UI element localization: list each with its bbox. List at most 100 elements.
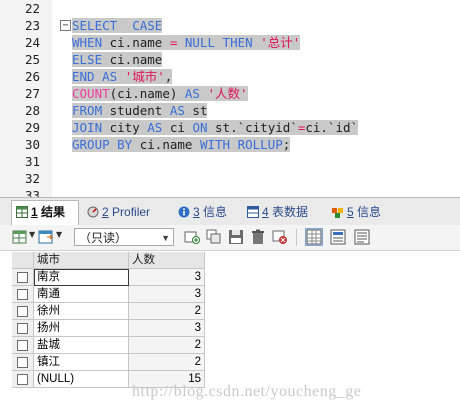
table-row[interactable]: 徐州 2 xyxy=(12,303,205,320)
row-checkbox[interactable] xyxy=(17,306,28,317)
cell-city[interactable]: 盐城 xyxy=(34,337,129,354)
code-token: ci.name xyxy=(132,137,200,152)
code-token: AS xyxy=(169,103,185,118)
code-text: END AS '城市', xyxy=(72,68,173,85)
row-selector[interactable] xyxy=(12,320,34,337)
code-line[interactable]: 22 xyxy=(0,0,460,17)
code-text: ELSE ci.name xyxy=(72,51,163,68)
cell-count[interactable]: 2 xyxy=(129,303,205,320)
table-icon xyxy=(16,206,28,218)
row-checkbox[interactable] xyxy=(17,323,28,334)
line-number: 26 xyxy=(24,69,40,84)
code-token: COUNT xyxy=(72,86,110,101)
tab-number: 3 xyxy=(193,205,200,219)
column-header-count[interactable]: 人数 xyxy=(129,252,205,269)
cell-city[interactable]: 徐州 xyxy=(34,303,129,320)
code-token: NULL xyxy=(184,35,216,50)
tab-info[interactable]: 3 信息 xyxy=(174,201,238,223)
cell-city[interactable]: 南通 xyxy=(34,286,129,303)
code-line[interactable]: 31 xyxy=(0,153,460,170)
cell-city[interactable]: 扬州 xyxy=(34,320,129,337)
tab-profiler[interactable]: 2 Profiler xyxy=(83,201,169,223)
row-selector[interactable] xyxy=(12,354,34,371)
code-token: AS xyxy=(184,86,200,101)
add-row-icon[interactable] xyxy=(184,229,200,245)
code-line[interactable]: 32 xyxy=(0,170,460,187)
code-text: WHEN ci.name = NULL THEN '总计' xyxy=(72,34,301,51)
code-token xyxy=(117,18,133,33)
row-selector[interactable] xyxy=(12,371,34,388)
code-token xyxy=(94,69,103,84)
tab-label: Profiler xyxy=(108,205,151,219)
cell-count[interactable]: 3 xyxy=(129,286,205,303)
tab-label: 信息 xyxy=(353,205,382,219)
save-icon[interactable] xyxy=(228,229,244,245)
cell-count[interactable]: 2 xyxy=(129,337,205,354)
import-grid-icon[interactable] xyxy=(38,229,54,245)
row-checkbox[interactable] xyxy=(17,272,28,283)
code-line[interactable]: 29 JOIN city AS ci ON st.`cityid`=ci.`id` xyxy=(0,119,460,136)
column-header-city[interactable]: 城市 xyxy=(34,252,129,269)
code-token: '人数' xyxy=(207,86,248,101)
table-row[interactable]: 南京 3 xyxy=(12,269,205,286)
tab-label: 信息 xyxy=(199,205,228,219)
cell-city[interactable]: (NULL) xyxy=(34,371,129,388)
table-row[interactable]: 镇江 2 xyxy=(12,354,205,371)
row-checkbox[interactable] xyxy=(17,340,28,351)
cell-count[interactable]: 2 xyxy=(129,354,205,371)
code-token: ci.name xyxy=(102,52,163,67)
table-row[interactable]: 盐城 2 xyxy=(12,337,205,354)
form-view-icon[interactable] xyxy=(330,229,346,245)
tab-results[interactable]: 1 结果 xyxy=(11,200,79,225)
code-token: (ci.name) xyxy=(109,86,185,101)
table-row[interactable]: 扬州 3 xyxy=(12,320,205,337)
cell-count[interactable]: 3 xyxy=(129,269,205,286)
row-checkbox[interactable] xyxy=(17,289,28,300)
toolbar-divider xyxy=(296,229,297,246)
cell-city[interactable]: 南京 xyxy=(34,269,129,286)
row-selector[interactable] xyxy=(12,337,34,354)
cancel-changes-icon[interactable] xyxy=(272,229,288,245)
fold-toggle-icon[interactable]: − xyxy=(60,20,71,31)
duplicate-row-icon[interactable] xyxy=(206,229,222,245)
export-grid-icon[interactable] xyxy=(12,229,28,245)
code-line[interactable]: 24 WHEN ci.name = NULL THEN '总计' xyxy=(0,34,460,51)
line-number: 31 xyxy=(24,154,40,169)
profiler-icon xyxy=(87,206,99,218)
code-line[interactable]: 28 FROM student AS st xyxy=(0,102,460,119)
code-token: FROM xyxy=(72,103,103,118)
code-token: '城市' xyxy=(124,69,165,84)
code-line[interactable]: 25 ELSE ci.name xyxy=(0,51,460,68)
cell-count[interactable]: 3 xyxy=(129,320,205,337)
chevron-down-icon[interactable]: ▼ xyxy=(29,230,35,239)
code-line[interactable]: 27 COUNT(ci.name) AS '人数' xyxy=(0,85,460,102)
code-token: CASE xyxy=(132,18,163,33)
text-view-icon[interactable] xyxy=(354,229,370,245)
code-line[interactable]: 23 − SELECT CASE xyxy=(0,17,460,34)
chevron-down-icon[interactable]: ▼ xyxy=(56,230,62,239)
code-line[interactable]: 33 xyxy=(0,187,460,197)
grid-view-icon[interactable] xyxy=(305,228,323,246)
code-line[interactable]: 30 GROUP BY ci.name WITH ROLLUP; xyxy=(0,136,460,153)
code-token xyxy=(117,69,125,84)
code-token: WITH ROLLUP xyxy=(199,137,283,152)
row-checkbox[interactable] xyxy=(17,374,28,385)
tab-label: 结果 xyxy=(37,205,66,219)
tab-info-2[interactable]: 5 信息 xyxy=(328,201,392,223)
read-only-select[interactable]: （只读） ▼ xyxy=(74,228,174,246)
row-checkbox[interactable] xyxy=(17,357,28,368)
code-token: END xyxy=(72,69,95,84)
row-selector[interactable] xyxy=(12,303,34,320)
row-selector[interactable] xyxy=(12,286,34,303)
sql-editor[interactable]: 22 23 − SELECT CASE 24 WHEN ci.name = NULL TH… xyxy=(0,0,460,197)
code-token: THEN xyxy=(222,35,253,50)
code-token: ELSE xyxy=(72,52,103,67)
code-line[interactable]: 26 END AS '城市', xyxy=(0,68,460,85)
delete-icon[interactable] xyxy=(250,229,266,245)
cell-city[interactable]: 镇江 xyxy=(34,354,129,371)
select-all-header[interactable] xyxy=(12,252,34,269)
table-row[interactable]: 南通 3 xyxy=(12,286,205,303)
line-number: 22 xyxy=(24,1,40,16)
row-selector[interactable] xyxy=(12,269,34,286)
tab-table-data[interactable]: 4 表数据 xyxy=(243,201,323,223)
